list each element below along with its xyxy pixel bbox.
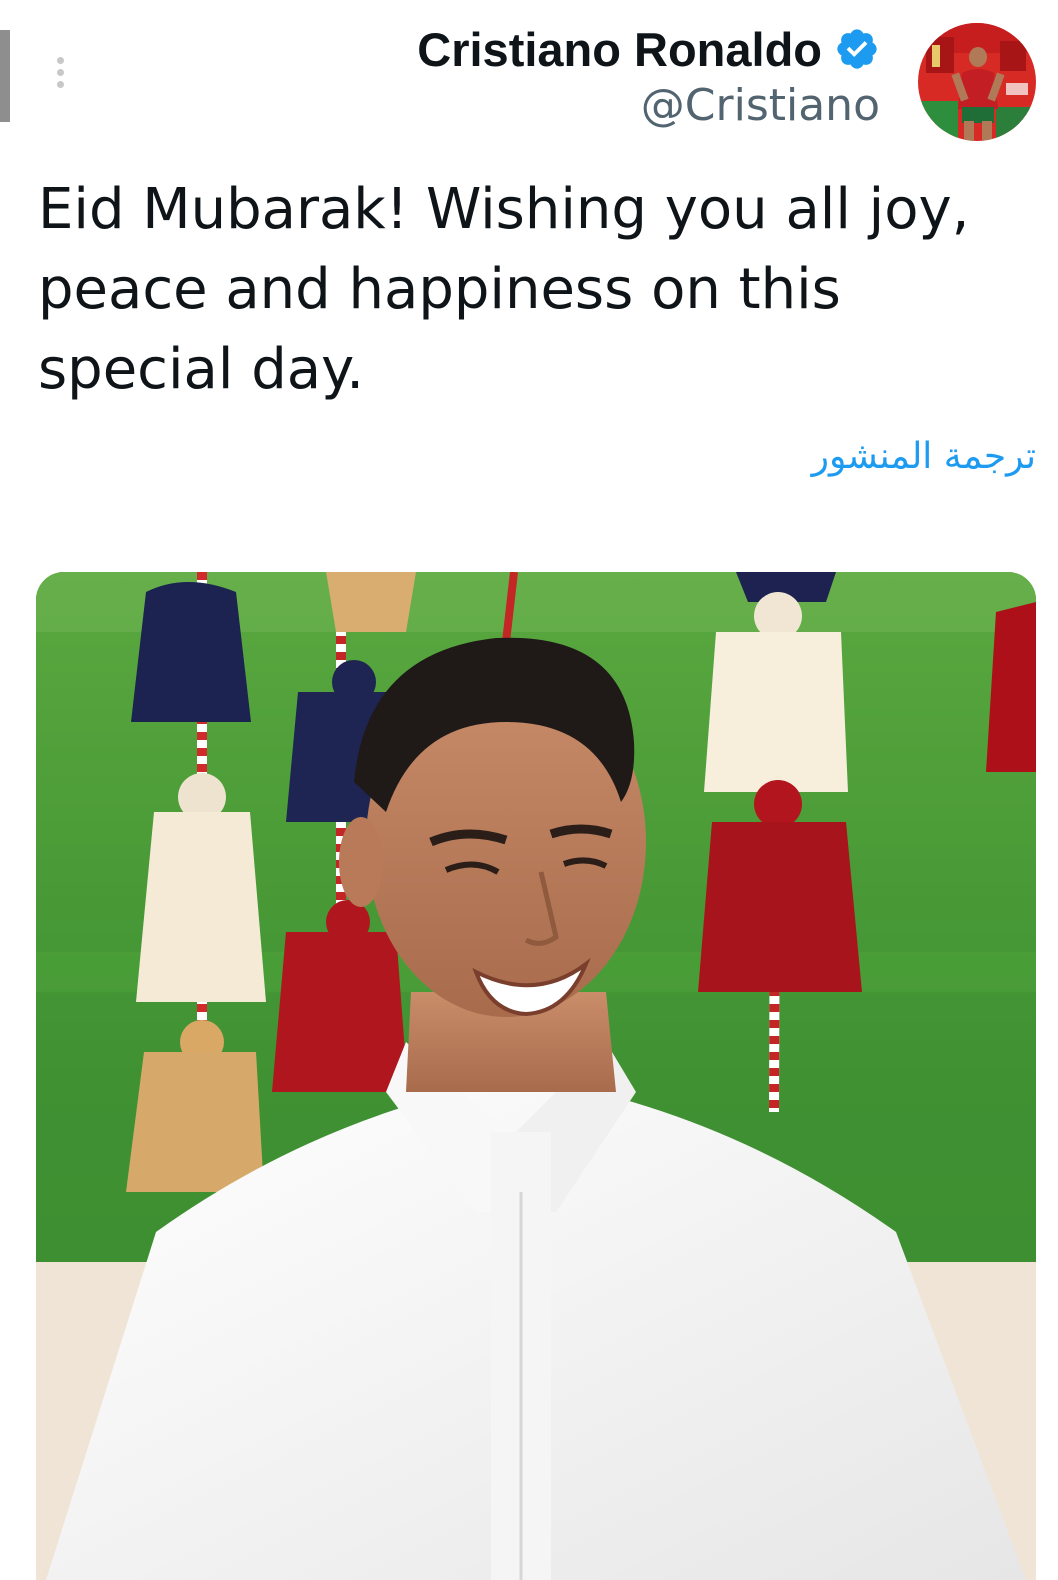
tweet-media-image[interactable]: [36, 572, 1036, 1580]
more-vertical-icon-dot: [56, 80, 64, 88]
author-name[interactable]: Cristiano Ronaldo: [417, 22, 822, 77]
tweet-text: Eid Mubarak! Wishing you all joy, peace …: [38, 177, 970, 402]
photo-illustration: [36, 572, 1036, 1580]
avatar-image: [918, 23, 1036, 141]
left-edge-bar: [0, 30, 10, 122]
verified-badge-icon: [837, 29, 877, 69]
author-info[interactable]: Cristiano Ronaldo @Cristiano: [417, 18, 880, 132]
avatar[interactable]: [918, 23, 1036, 141]
more-vertical-icon-dot: [56, 68, 64, 76]
more-vertical-icon: [56, 56, 64, 64]
author-handle[interactable]: @Cristiano: [417, 80, 880, 132]
more-options-button[interactable]: [44, 50, 76, 94]
author-name-row: Cristiano Ronaldo: [417, 18, 880, 80]
translate-post-link[interactable]: ترجمة المنشور: [812, 436, 1036, 477]
